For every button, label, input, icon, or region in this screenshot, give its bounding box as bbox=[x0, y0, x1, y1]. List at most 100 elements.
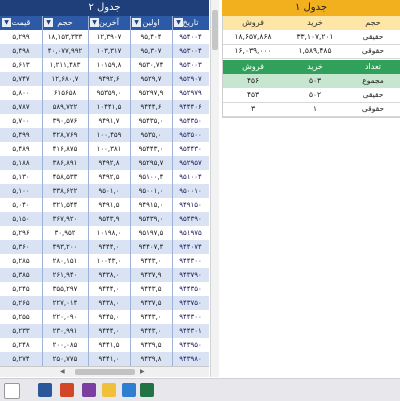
cell-first[interactable]: ۹۵۰۰۱,۰ bbox=[130, 184, 172, 198]
cell-first[interactable]: ۹۵۲۹۷,۹ bbox=[130, 86, 172, 100]
cell-first[interactable]: ۹۴۴۳,۰ bbox=[130, 310, 172, 324]
table-row[interactable]: ۵,۰۴۰ ۳۲۱,۵۴۴ ۹۴۹۱,۵ ۹۴۹۱۵,۰ ۹۴۹۱۵۰ bbox=[0, 198, 209, 212]
cell-first[interactable]: ۹۴۴۳,۰ bbox=[130, 254, 172, 268]
cell-price[interactable]: ۵,۷۴۷ bbox=[0, 72, 42, 86]
table-row[interactable]: ۵,۱۰۰ ۳۳۸,۶۲۲ ۹۵۰۱,۰ ۹۵۰۰۱,۰ ۹۵۰۰۱۰ bbox=[0, 184, 209, 198]
table-row[interactable]: ۵,۳۸۵ ۲۶۱,۹۴۰ ۹۴۳۸,۰ ۹۴۳۷,۹ ۹۴۳۷۹۰ bbox=[0, 268, 209, 282]
cell-last[interactable]: ۱۰۰,۳۸۱ bbox=[88, 142, 130, 156]
cell-first[interactable]: ۹۵۴۳۵,۰ bbox=[130, 114, 172, 128]
cell-price[interactable]: ۵,۲۹۶ bbox=[0, 226, 42, 240]
table-row[interactable]: ۵,۲۵۵ ۲۲۰,۰۹۰ ۹۴۴۵,۰ ۹۴۴۳,۰ ۹۴۴۳۰۰ bbox=[0, 310, 209, 324]
cell-date[interactable]: ۹۵۴۳۵۰ bbox=[172, 114, 209, 128]
cell-last[interactable]: ۹۴۴۴,۰ bbox=[88, 324, 130, 338]
table-row[interactable]: ۵,۲۳۳ ۲۳۰,۹۹۱ ۹۴۴۴,۰ ۹۴۴۳,۰ ۹۴۴۳۰۱ bbox=[0, 324, 209, 338]
scroll-left-icon[interactable]: ◀ bbox=[60, 368, 65, 375]
cell-last[interactable]: ۹۴۴۴,۰ bbox=[88, 282, 130, 296]
cell-first[interactable]: ۹۵۱۰۰,۴ bbox=[130, 170, 172, 184]
powerpoint-icon[interactable] bbox=[60, 383, 74, 397]
cell-price[interactable]: ۵,۱۸۸ bbox=[0, 156, 42, 170]
cell-first[interactable]: ۹۵,۳۰۷ bbox=[130, 44, 172, 58]
cell-last[interactable]: ۹۵۰۱,۰ bbox=[88, 184, 130, 198]
cell-last[interactable]: ۹۴۹۱,۷ bbox=[88, 114, 130, 128]
vertical-scrollbar[interactable] bbox=[210, 0, 219, 377]
cell-price[interactable]: ۵,۱۳۰ bbox=[0, 170, 42, 184]
cell-date[interactable]: ۹۵۴۳۹۰ bbox=[172, 212, 209, 226]
table-row[interactable]: ۵,۶۱۳ ۱,۲۱۱,۴۸۳ ۱۰۱۵۹,۸ ۹۵۳۰,۷۴ ۹۵۳۰۰۳ bbox=[0, 58, 209, 72]
cell-price[interactable]: ۵,۲۴۵ bbox=[0, 282, 42, 296]
table-row[interactable]: ۵,۷۴۷ ۱۲,۶۸۰,۷ ۹۴۹۲,۶ ۹۵۲۹,۷ ۹۵۲۹۰۷ bbox=[0, 72, 209, 86]
cell-last[interactable]: ۹۴۴۴,۰ bbox=[88, 240, 130, 254]
cell-date[interactable]: ۹۴۴۳۰۰ bbox=[172, 310, 209, 324]
cell-volume[interactable]: ۲۵۰,۷۷۵ bbox=[42, 352, 88, 366]
table-row[interactable]: ۵,۱۸۸ ۳۸۶,۸۹۱ ۹۴۹۲,۸ ۹۵۲۹۵,۷ ۹۵۲۹۵۷ bbox=[0, 156, 209, 170]
table-row[interactable]: ۵,۴۹۸ ۴۰,۰۷۷,۹۹۲ ۱۰۳,۳۱۷ ۹۵,۳۰۷ ۹۵۳۰۰۴ bbox=[0, 44, 209, 58]
cell-last[interactable]: ۹۴۴۱,۰ bbox=[88, 352, 130, 366]
cell-volume[interactable]: ۲۸۰,۱۵۱ bbox=[42, 254, 88, 268]
cell-first[interactable]: ۹۴۴۰۷,۴ bbox=[130, 240, 172, 254]
cell-volume[interactable]: ۳۳۸,۶۲۲ bbox=[42, 184, 88, 198]
word-icon[interactable] bbox=[38, 383, 52, 397]
cell-volume[interactable]: ۳۸۶,۸۹۱ bbox=[42, 156, 88, 170]
table-row[interactable]: ۵,۷۰۰ ۳۹۰,۵۷۶ ۹۴۹۱,۷ ۹۵۴۳۵,۰ ۹۵۴۳۵۰ bbox=[0, 114, 209, 128]
cell-first[interactable]: ۹۵۴۳۹,۰ bbox=[130, 212, 172, 226]
cell-date[interactable]: ۹۴۴۰۷۴ bbox=[172, 240, 209, 254]
filter-dropdown-last-icon[interactable]: ▼ bbox=[90, 18, 99, 27]
photos-icon[interactable] bbox=[122, 383, 136, 397]
table-row[interactable]: ۵,۲۷۴ ۲۵۰,۷۷۵ ۹۴۴۱,۰ ۹۴۳۹,۸ ۹۴۳۹۸۰ bbox=[0, 352, 209, 366]
cell-last[interactable]: ۹۴۹۲,۶ bbox=[88, 72, 130, 86]
cell-last[interactable]: ۱۰۰,۴۵۹ bbox=[88, 128, 130, 142]
cell-price[interactable]: ۵,۲۸۵ bbox=[0, 254, 42, 268]
cell-price[interactable]: ۵,۳۸۵ bbox=[0, 268, 42, 282]
cell-price[interactable]: ۵,۷۰۰ bbox=[0, 114, 42, 128]
cell-last[interactable]: ۱۰۳,۳۱۷ bbox=[88, 44, 130, 58]
filter-dropdown-price-icon[interactable]: ▼ bbox=[2, 18, 11, 27]
file-icon[interactable] bbox=[4, 383, 20, 399]
cell-first[interactable]: ۹۵۳۰,۷۴ bbox=[130, 58, 172, 72]
cell-date[interactable]: ۹۴۳۷۹۰ bbox=[172, 268, 209, 282]
cell-last[interactable]: ۹۴۴۱,۵ bbox=[88, 338, 130, 352]
cell-price[interactable]: ۵,۸۰۰ bbox=[0, 86, 42, 100]
cell-volume[interactable]: ۴۱۶,۸۷۵ bbox=[42, 142, 88, 156]
cell-first[interactable]: ۹۴۴۳,۵ bbox=[130, 282, 172, 296]
filter-dropdown-date-icon[interactable]: ▼ bbox=[174, 18, 183, 27]
cell-volume[interactable]: ۴۹۳,۲۰۰ bbox=[42, 240, 88, 254]
cell-last[interactable]: ۹۵۳۵۹,۰ bbox=[88, 86, 130, 100]
table-row[interactable]: ۵,۲۴۸ ۲۰۰,۰۸۵ ۹۴۴۱,۵ ۹۴۳۹,۵ ۹۴۳۹۵۰ bbox=[0, 338, 209, 352]
scroll-right-icon[interactable]: ▶ bbox=[140, 368, 145, 375]
cell-last[interactable]: ۹۴۳۸,۰ bbox=[88, 268, 130, 282]
cell-price[interactable]: ۵,۰۴۰ bbox=[0, 198, 42, 212]
cell-volume[interactable]: ۳۰,۹۵۲ bbox=[42, 226, 88, 240]
cell-date[interactable]: ۹۵۴۴۳۰ bbox=[172, 142, 209, 156]
table-row[interactable]: ۵,۲۹۶ ۳۰,۹۵۲ ۱۰۱۹۸,۰ ۹۵۱۹۷,۵ ۹۵۱۹۷۵ bbox=[0, 226, 209, 240]
cell-price[interactable]: ۵,۳۶۰ bbox=[0, 240, 42, 254]
excel-icon[interactable] bbox=[140, 383, 154, 397]
cell-volume[interactable]: ۶۱۵۶۵۸ bbox=[42, 86, 88, 100]
cell-volume[interactable]: ۲۲۷,۰۱۴ bbox=[42, 296, 88, 310]
cell-date[interactable]: ۹۵۱۰۰۴ bbox=[172, 170, 209, 184]
cell-last[interactable]: ۱۰۱۹۸,۰ bbox=[88, 226, 130, 240]
cell-first[interactable]: ۹۴۹۱۵,۰ bbox=[130, 198, 172, 212]
vertical-scroll-thumb[interactable] bbox=[212, 10, 218, 50]
cell-date[interactable]: ۹۴۳۷۵۰ bbox=[172, 296, 209, 310]
cell-first[interactable]: ۹۴۳۹,۸ bbox=[130, 352, 172, 366]
table-row[interactable]: ۵,۴۸۹ ۴۱۶,۸۷۵ ۱۰۰,۳۸۱ ۹۵۴۴۳,۰ ۹۵۴۴۳۰ bbox=[0, 142, 209, 156]
cell-price[interactable]: ۵,۴۹۹ bbox=[0, 128, 42, 142]
cell-date[interactable]: ۹۴۴۳۰۱ bbox=[172, 324, 209, 338]
cell-date[interactable]: ۹۵۳۰۰۳ bbox=[172, 58, 209, 72]
cell-volume[interactable]: ۳۹۰,۵۷۶ bbox=[42, 114, 88, 128]
cell-volume[interactable]: ۱,۲۱۱,۴۸۳ bbox=[42, 58, 88, 72]
cell-price[interactable]: ۵,۲۶۵ bbox=[0, 296, 42, 310]
cell-date[interactable]: ۹۵۲۹۷۹ bbox=[172, 86, 209, 100]
cell-volume[interactable]: ۵۸۹,۷۲۲ bbox=[42, 100, 88, 114]
table-row[interactable]: ۵,۱۵۰ ۳۶۷,۹۲۰ ۹۵۴۳,۹ ۹۵۴۳۹,۰ ۹۵۴۳۹۰ bbox=[0, 212, 209, 226]
cell-last[interactable]: ۱۰۴۴۱,۵ bbox=[88, 100, 130, 114]
cell-date[interactable]: ۹۴۳۹۸۰ bbox=[172, 352, 209, 366]
cell-date[interactable]: ۹۴۴۳۰۰ bbox=[172, 254, 209, 268]
cell-volume[interactable]: ۲۰۰,۰۸۵ bbox=[42, 338, 88, 352]
cell-volume[interactable]: ۲۳۰,۹۹۱ bbox=[42, 324, 88, 338]
cell-last[interactable]: ۱۰۱۵۹,۸ bbox=[88, 58, 130, 72]
cell-last[interactable]: ۹۴۹۲,۸ bbox=[88, 156, 130, 170]
table-row[interactable]: ۵,۳۶۰ ۴۹۳,۲۰۰ ۹۴۴۴,۰ ۹۴۴۰۷,۴ ۹۴۴۰۷۴ bbox=[0, 240, 209, 254]
cell-last[interactable]: ۹۴۳۸,۰ bbox=[88, 296, 130, 310]
cell-date[interactable]: ۹۴۴۳۵۰ bbox=[172, 282, 209, 296]
